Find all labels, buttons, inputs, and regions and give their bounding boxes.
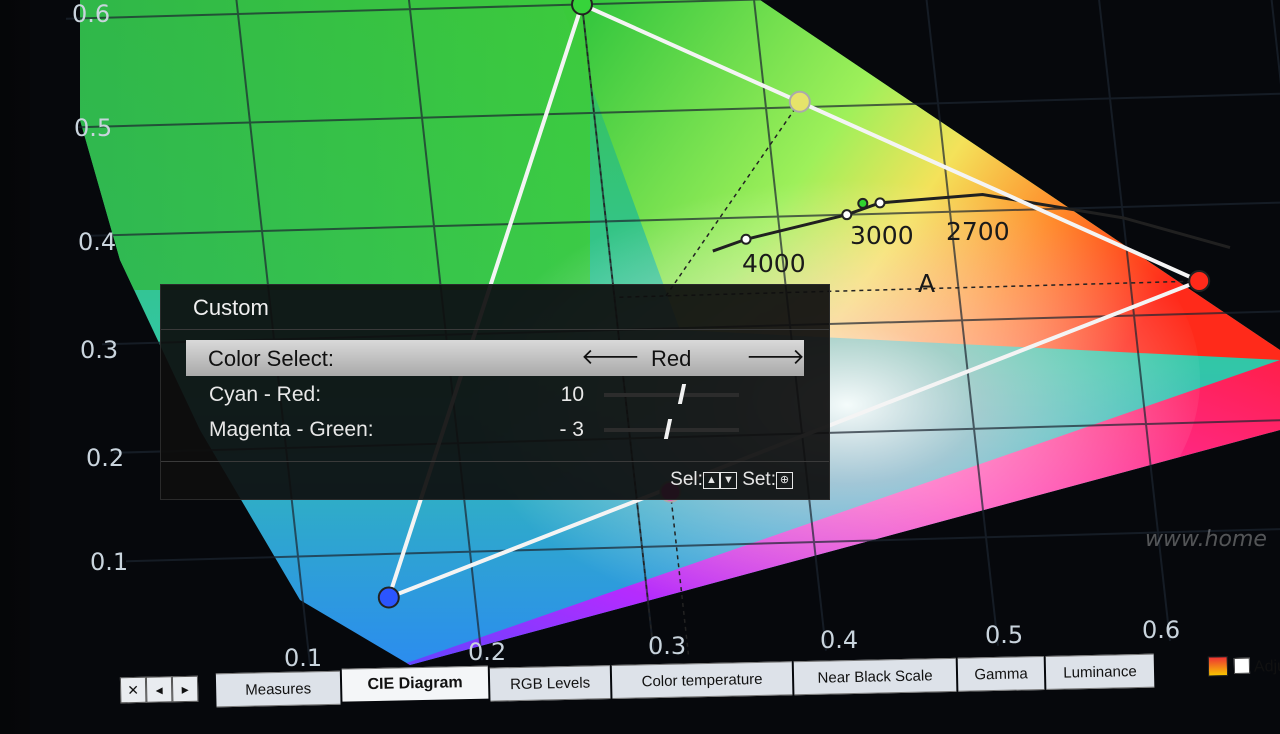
tab-rgb-levels[interactable]: RGB Levels (489, 665, 611, 702)
osd-title: Custom (193, 295, 269, 320)
osd-divider (161, 329, 829, 330)
cyan-red-row[interactable]: Cyan - Red: 10 (209, 381, 789, 411)
illuminant-label-a: A (918, 269, 935, 298)
secondary-marker-yellow (788, 90, 811, 113)
close-tab-icon[interactable]: ✕ (119, 676, 147, 704)
color-select-value: Red (651, 346, 692, 371)
y-tick-0.4: 0.4 (78, 228, 116, 256)
cct-marker-2700 (874, 197, 886, 209)
cct-label-2700: 2700 (946, 217, 1010, 246)
y-tick-0.1: 0.1 (90, 548, 128, 576)
adjust-icon (1207, 656, 1229, 677)
enter-key-icon: ⊕ (776, 472, 793, 489)
watermark: www.home (1145, 527, 1267, 552)
tab-luminance[interactable]: Luminance (1045, 653, 1155, 690)
adjust-checkbox[interactable] (1233, 657, 1251, 674)
tab-color-temperature[interactable]: Color temperature (611, 661, 793, 700)
tab-near-black-scale[interactable]: Near Black Scale (793, 657, 957, 696)
primary-marker-green (571, 0, 593, 16)
tab-cie-diagram[interactable]: CIE Diagram (341, 665, 489, 702)
color-select-row[interactable]: Color Select: 🡐 Red 🡒 (186, 340, 805, 376)
app-window: 0.6 0.5 0.4 0.3 0.2 0.1 0.1 0.2 0.3 0.4 … (30, 0, 1280, 734)
tab-measures[interactable]: Measures (215, 670, 341, 708)
next-tab-icon[interactable]: ▸ (171, 675, 199, 703)
osd-custom-menu: Custom Color Select: 🡐 Red 🡒 Cyan - Red:… (160, 284, 830, 500)
primary-marker-red (1188, 270, 1211, 293)
y-tick-0.2: 0.2 (86, 444, 124, 472)
down-key-icon: ▼ (719, 472, 737, 489)
y-tick-0.6: 0.6 (72, 0, 110, 28)
magenta-green-value: - 3 (559, 418, 584, 441)
magenta-green-slider[interactable] (604, 419, 739, 439)
osd-footer: Sel: ▲ ▼ Set: ⊕ (670, 469, 793, 491)
primary-marker-blue (377, 586, 400, 609)
cyan-red-slider-knob[interactable] (677, 384, 687, 404)
cct-label-3000: 3000 (850, 221, 914, 250)
adjust-control[interactable]: Adjust (1207, 655, 1280, 678)
cyan-red-value: 10 (560, 383, 584, 406)
tab-gamma[interactable]: Gamma (957, 655, 1045, 692)
arrow-left-icon[interactable]: 🡐 (581, 344, 640, 370)
up-key-icon: ▲ (702, 472, 720, 489)
arrow-right-icon[interactable]: 🡒 (746, 344, 805, 370)
sel-hint: Sel: (670, 469, 703, 490)
magenta-green-row[interactable]: Magenta - Green: - 3 (209, 416, 789, 446)
y-tick-0.5: 0.5 (74, 114, 112, 142)
prev-tab-icon[interactable]: ◂ (145, 676, 173, 703)
cyan-red-slider[interactable] (604, 384, 739, 404)
cct-marker-4000 (740, 233, 752, 245)
illuminant-marker-a (857, 197, 869, 209)
cct-label-4000: 4000 (742, 249, 806, 278)
color-select-label: Color Select: (208, 346, 334, 371)
set-hint: Set: (742, 469, 776, 490)
cyan-red-label: Cyan - Red: (209, 383, 322, 406)
cct-marker-3000 (841, 209, 853, 221)
magenta-green-slider-knob[interactable] (663, 419, 672, 439)
magenta-green-label: Magenta - Green: (209, 418, 374, 441)
adjust-label: Adjust (1253, 657, 1280, 676)
osd-divider-bottom (161, 461, 829, 462)
y-tick-0.3: 0.3 (80, 336, 118, 364)
